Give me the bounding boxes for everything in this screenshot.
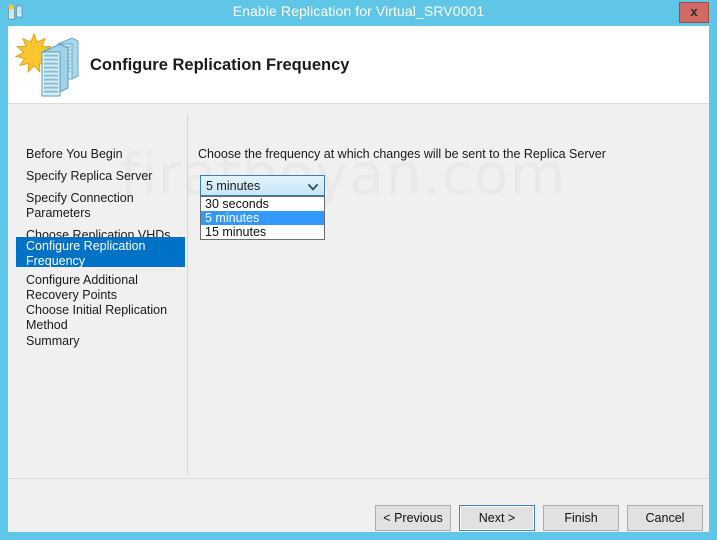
dropdown-option-15-minutes[interactable]: 15 minutes [201,225,324,239]
combobox-selected-value: 5 minutes [206,179,261,193]
dialog-client-area: Configure Replication Frequency firatboy… [8,26,709,532]
previous-button[interactable]: < Previous [375,505,451,531]
replication-frequency-combobox[interactable]: 5 minutes [200,175,325,196]
instruction-text: Choose the frequency at which changes wi… [198,147,606,161]
finish-button[interactable]: Finish [543,505,619,531]
close-icon: x [690,4,698,19]
wizard-steps-nav: Before You Begin Specify Replica Server … [8,105,185,471]
page-header: Configure Replication Frequency [8,26,709,104]
sidebar-item-specify-replica-server[interactable]: Specify Replica Server [16,168,185,185]
cancel-button[interactable]: Cancel [627,505,703,531]
sidebar-item-choose-initial-replication-method[interactable]: Choose Initial Replication Method [16,302,185,334]
sidebar-item-specify-connection-parameters[interactable]: Specify Connection Parameters [16,190,185,222]
sidebar-item-summary[interactable]: Summary [16,333,185,350]
title-bar: Enable Replication for Virtual_SRV0001 x [0,0,717,26]
two-servers-starburst-icon [14,30,86,100]
dialog-window: Enable Replication for Virtual_SRV0001 x [0,0,717,540]
dialog-footer: < Previous Next > Finish Cancel [8,479,709,532]
next-button[interactable]: Next > [459,505,535,531]
sidebar-item-before-you-begin[interactable]: Before You Begin [16,146,185,163]
sidebar-item-configure-replication-frequency[interactable]: Configure Replication Frequency [16,237,185,268]
replication-frequency-dropdown-list[interactable]: 30 seconds 5 minutes 15 minutes [200,196,325,240]
page-title: Configure Replication Frequency [90,56,350,74]
sidebar-item-configure-additional-recovery-points[interactable]: Configure Additional Recovery Points [16,272,185,304]
close-button[interactable]: x [679,2,709,23]
dropdown-option-5-minutes[interactable]: 5 minutes [201,211,324,225]
dropdown-option-30-seconds[interactable]: 30 seconds [201,197,324,211]
chevron-down-icon [307,180,319,192]
vertical-divider [187,114,188,475]
window-title: Enable Replication for Virtual_SRV0001 [232,3,485,19]
